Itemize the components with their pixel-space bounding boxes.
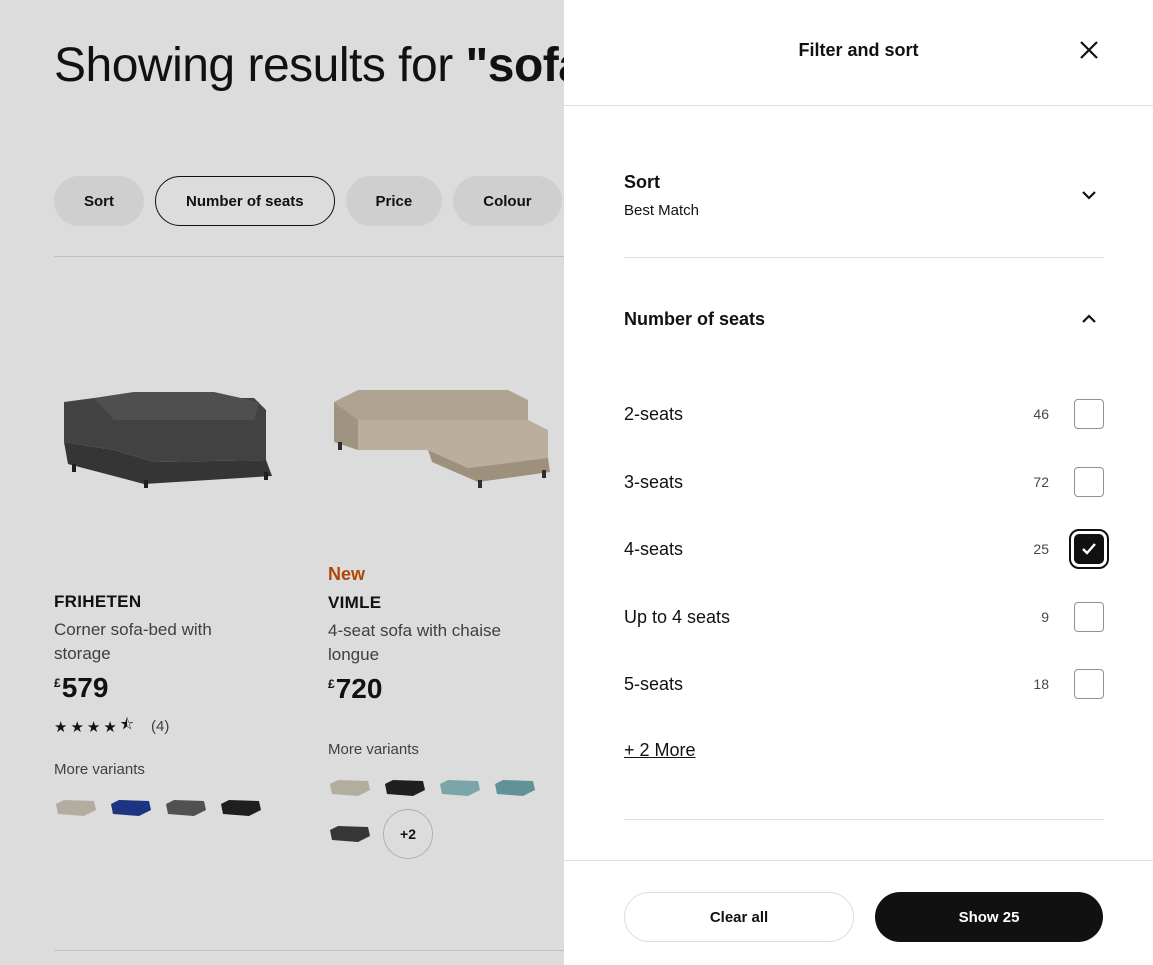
seats-option[interactable]: 2-seats 46 — [624, 394, 1104, 434]
more-options-link[interactable]: + 2 More — [624, 740, 696, 761]
seats-section-header[interactable]: Number of seats — [624, 309, 1104, 330]
sort-section[interactable]: Sort Best Match — [624, 172, 1104, 219]
filter-sort-drawer: Filter and sort Sort Best Match Number o… — [564, 0, 1153, 965]
chevron-up-icon — [1082, 314, 1096, 323]
option-label: 2-seats — [624, 403, 684, 424]
option-label: 3-seats — [624, 471, 684, 492]
option-checkbox[interactable] — [1074, 669, 1104, 699]
seats-title: Number of seats — [624, 309, 766, 329]
divider — [624, 819, 1104, 820]
option-label: 5-seats — [624, 673, 684, 694]
seats-option[interactable]: 5-seats 18 — [624, 664, 1104, 704]
clear-all-button[interactable]: Clear all — [624, 892, 854, 942]
chevron-down-icon — [1082, 191, 1096, 200]
seats-option[interactable]: 4-seats 25 — [624, 529, 1109, 569]
sort-title: Sort — [624, 172, 660, 192]
seats-option[interactable]: Up to 4 seats 9 — [624, 597, 1104, 637]
option-count: 18 — [1033, 676, 1049, 692]
option-label: 4-seats — [624, 538, 684, 559]
option-label: Up to 4 seats — [624, 606, 731, 627]
option-checkbox[interactable] — [1074, 467, 1104, 497]
close-icon — [1080, 41, 1098, 59]
drawer-title: Filter and sort — [798, 40, 919, 60]
show-results-button[interactable]: Show 25 — [875, 892, 1103, 942]
sort-value: Best Match — [624, 202, 700, 219]
close-button[interactable] — [1069, 30, 1109, 70]
seats-option[interactable]: 3-seats 72 — [624, 462, 1104, 502]
drawer-footer: Clear all Show 25 — [564, 860, 1153, 965]
option-count: 72 — [1033, 474, 1049, 490]
option-checkbox[interactable] — [1069, 529, 1109, 569]
option-checkbox[interactable] — [1074, 399, 1104, 429]
divider — [624, 257, 1104, 258]
drawer-header: Filter and sort — [564, 0, 1153, 106]
option-count: 46 — [1033, 406, 1049, 422]
option-count: 25 — [1033, 541, 1049, 557]
option-count: 9 — [1041, 609, 1049, 625]
option-checkbox[interactable] — [1074, 602, 1104, 632]
checkmark-icon — [1082, 543, 1096, 555]
